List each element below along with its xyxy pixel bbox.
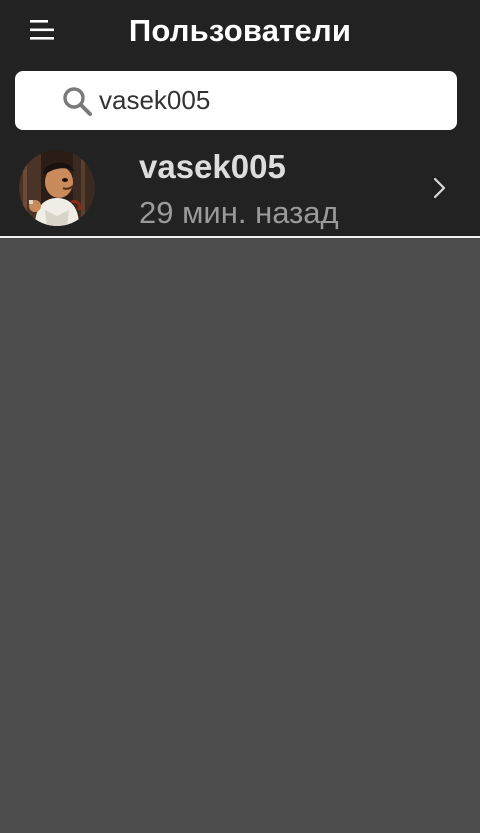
- search-icon: [63, 87, 92, 116]
- user-name: vasek005: [139, 148, 286, 185]
- user-list-item[interactable]: vasek005 29 мин. назад: [0, 140, 480, 236]
- empty-content-area: [0, 238, 480, 833]
- search-input[interactable]: [99, 77, 439, 123]
- cartoon-character-avatar: [19, 150, 95, 226]
- search-box[interactable]: [15, 71, 457, 130]
- user-avatar[interactable]: [19, 150, 95, 226]
- app-header: Пользователи: [0, 0, 480, 140]
- user-last-seen: 29 мин. назад: [139, 195, 339, 230]
- page-title: Пользователи: [128, 13, 352, 48]
- chevron-right-icon: [433, 177, 446, 199]
